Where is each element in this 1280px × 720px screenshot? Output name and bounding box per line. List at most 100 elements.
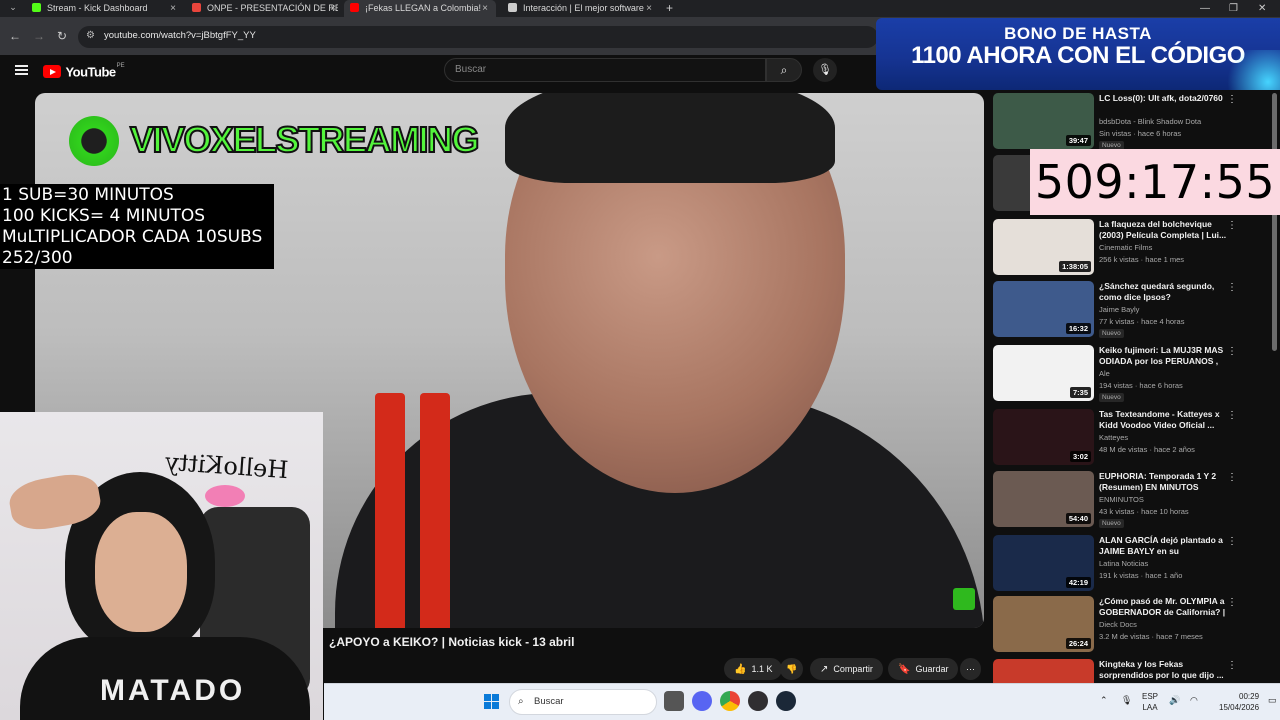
recommendation-thumbnail[interactable]: 3:02	[993, 409, 1094, 465]
recommendation-thumbnail[interactable]: 39:47	[993, 93, 1094, 149]
recommendation-title[interactable]: Keiko fujimori: La MUJ3R MAS ODIADA por …	[1099, 345, 1227, 368]
recommendation-thumbnail[interactable]: 1:38:05	[993, 219, 1094, 275]
recommendation-item[interactable]: 54:40 EUPHORIA: Temporada 1 Y 2 (Resumen)…	[993, 471, 1280, 531]
promo-banner: BONO DE HASTA 1100 AHORA CON EL CÓDIGO	[876, 18, 1280, 90]
recommendation-item[interactable]: 3:02 Tas Texteandome - Katteyes x Kidd Vo…	[993, 409, 1280, 469]
recommendation-title[interactable]: EUPHORIA: Temporada 1 Y 2 (Resumen) EN M…	[1099, 471, 1227, 493]
minimize-button[interactable]: —	[1200, 0, 1210, 17]
more-options-icon[interactable]: ⋮	[1227, 472, 1237, 483]
close-tab-icon[interactable]: ×	[480, 0, 490, 17]
more-actions-button[interactable]: ⋯	[960, 658, 981, 680]
backpack-strap	[420, 393, 450, 628]
recommendation-title[interactable]: ¿Cómo pasó de Mr. OLYMPIA a GOBERNADOR d…	[1099, 596, 1227, 619]
recommendation-channel[interactable]: Jaime Bayly	[1099, 305, 1139, 314]
recommendation-item[interactable]: 39:47 LC Loss(0): Ult afk, dota2/0760 ⋮ bds…	[993, 93, 1280, 153]
recommendation-item[interactable]: 42:19 ALAN GARCÍA dejó plantado a JAIME B…	[993, 535, 1280, 595]
tab-interaccion[interactable]: Interacción | El mejor software ×	[508, 0, 654, 17]
more-options-icon[interactable]: ⋮	[1227, 597, 1237, 608]
recommendation-title[interactable]: La flaqueza del bolchevique (2003) Pelíc…	[1099, 219, 1227, 241]
more-options-icon[interactable]: ⋮	[1227, 282, 1237, 293]
recommendation-thumbnail[interactable]: 16:32	[993, 281, 1094, 337]
channel-watermark-icon	[69, 116, 119, 166]
forward-icon[interactable]: →	[33, 29, 45, 43]
tab-search-icon[interactable]: ⌄	[6, 2, 20, 15]
close-tab-icon[interactable]: ×	[328, 0, 338, 17]
site-info-icon[interactable]: ⚙	[86, 30, 99, 43]
close-tab-icon[interactable]: ×	[644, 0, 654, 17]
tab-onpe[interactable]: ONPE - PRESENTACIÓN DE RES ×	[192, 0, 338, 17]
obs-icon[interactable]	[748, 691, 768, 711]
recommendation-channel[interactable]: Katteyes	[1099, 433, 1128, 442]
notifications-icon[interactable]: ▭	[1268, 695, 1277, 706]
rule-line: 100 KICKS= 4 MINUTOS	[2, 206, 206, 226]
promo-glow	[1220, 50, 1280, 90]
close-window-button[interactable]: ✕	[1258, 0, 1266, 17]
tab-label: Stream - Kick Dashboard	[47, 3, 148, 13]
recommendation-title[interactable]: Tas Texteandome - Katteyes x Kidd Voodoo…	[1099, 409, 1227, 431]
recommendation-item[interactable]: Kingteka y los Fekas sorprendidos por lo…	[993, 659, 1280, 683]
search-icon[interactable]: ⌕	[766, 58, 802, 82]
recommendation-thumbnail[interactable]: 54:40	[993, 471, 1094, 527]
recommendation-title[interactable]: LC Loss(0): Ult afk, dota2/0760	[1099, 93, 1227, 104]
video-title: ¿APOYO a KEIKO? | Noticias kick - 13 abr…	[329, 635, 575, 649]
microphone-tray-icon[interactable]: 🎙	[1121, 695, 1132, 706]
back-icon[interactable]: ←	[9, 29, 21, 43]
tab-kick-dashboard[interactable]: Stream - Kick Dashboard ×	[32, 0, 178, 17]
dislike-button[interactable]: 👎	[780, 658, 804, 680]
share-button[interactable]: ↗ Compartir	[810, 658, 883, 680]
recommendation-item[interactable]: 7:35 Keiko fujimori: La MUJ3R MAS ODIADA …	[993, 345, 1280, 405]
recommendation-item[interactable]: 16:32 ¿Sánchez quedará segundo, como dice…	[993, 281, 1280, 341]
recommendation-meta: 256 k vistas · hace 1 mes	[1099, 255, 1185, 264]
close-tab-icon[interactable]: ×	[168, 0, 178, 17]
search-input[interactable]: Buscar	[444, 58, 766, 82]
microphone-icon[interactable]: 🎙	[813, 58, 837, 82]
video-duration: 16:32	[1065, 323, 1091, 334]
restore-button[interactable]: ❐	[1229, 0, 1238, 17]
sidebar-scrollbar[interactable]	[1272, 93, 1277, 351]
taskbar-search-input[interactable]: ⌕ Buscar	[509, 689, 657, 715]
rule-line: 1 SUB=30 MINUTOS	[2, 185, 174, 205]
more-options-icon[interactable]: ⋮	[1227, 410, 1237, 421]
recommendation-channel[interactable]: Ale	[1099, 369, 1110, 378]
more-options-icon[interactable]: ⋮	[1227, 660, 1237, 671]
shirt-print-text: MATADO	[100, 674, 246, 707]
reload-icon[interactable]: ↻	[57, 29, 67, 43]
recommendation-channel[interactable]: ENMINUTOS	[1099, 495, 1144, 504]
recommendation-channel[interactable]: Latina Noticias	[1099, 559, 1148, 568]
task-view-icon[interactable]	[664, 691, 684, 711]
recommendation-title[interactable]: Kingteka y los Fekas sorprendidos por lo…	[1099, 659, 1227, 681]
streamer-face	[95, 512, 187, 632]
menu-icon[interactable]	[15, 65, 28, 75]
address-bar[interactable]: ⚙ youtube.com/watch?v=jBbtgfFY_YY	[78, 26, 878, 48]
more-options-icon[interactable]: ⋮	[1227, 346, 1237, 357]
volume-icon[interactable]: 🔊	[1169, 695, 1180, 706]
save-button[interactable]: 🔖 Guardar	[888, 658, 959, 680]
windows-start-icon[interactable]	[484, 694, 500, 710]
recommendation-meta: 48 M de vistas · hace 2 años	[1099, 445, 1195, 454]
recommendation-item[interactable]: 1:38:05 La flaqueza del bolchevique (2003…	[993, 219, 1280, 279]
discord-icon[interactable]	[692, 691, 712, 711]
recommendation-title[interactable]: ¿Sánchez quedará segundo, como dice Ipso…	[1099, 281, 1227, 303]
tab-youtube-active[interactable]: ¡Fekas LLEGAN a Colombia! ×	[344, 0, 496, 17]
recommendation-channel[interactable]: Dieck Docs	[1099, 620, 1137, 629]
more-options-icon[interactable]: ⋮	[1227, 536, 1237, 547]
chrome-icon[interactable]	[720, 691, 740, 711]
recommendation-channel[interactable]: bdsbDota - Blink Shadow Dota	[1099, 117, 1201, 126]
more-options-icon[interactable]: ⋮	[1227, 94, 1237, 105]
wifi-icon[interactable]: ◠	[1190, 695, 1198, 706]
recommendation-channel[interactable]: Cinematic Films	[1099, 243, 1152, 252]
recommendation-thumbnail[interactable]: 42:19	[993, 535, 1094, 591]
like-button[interactable]: 👍 1.1 K	[724, 658, 783, 680]
youtube-logo[interactable]: YouTubePE	[43, 63, 125, 79]
recommendation-title[interactable]: ALAN GARCÍA dejó plantado a JAIME BAYLY …	[1099, 535, 1227, 558]
more-options-icon[interactable]: ⋮	[1227, 220, 1237, 231]
steam-icon[interactable]	[776, 691, 796, 711]
recommendation-thumbnail[interactable]: 26:24	[993, 596, 1094, 652]
language-indicator[interactable]: ESP LAA	[1142, 691, 1158, 713]
show-hidden-icons-icon[interactable]: ⌃	[1100, 695, 1108, 706]
recommendation-item[interactable]: 26:24 ¿Cómo pasó de Mr. OLYMPIA a GOBERNA…	[993, 596, 1280, 656]
clock[interactable]: 00:29 15/04/2026	[1219, 691, 1259, 713]
recommendation-thumbnail[interactable]: 7:35	[993, 345, 1094, 401]
recommendation-thumbnail[interactable]	[993, 659, 1094, 683]
new-tab-button[interactable]: +	[666, 0, 673, 17]
